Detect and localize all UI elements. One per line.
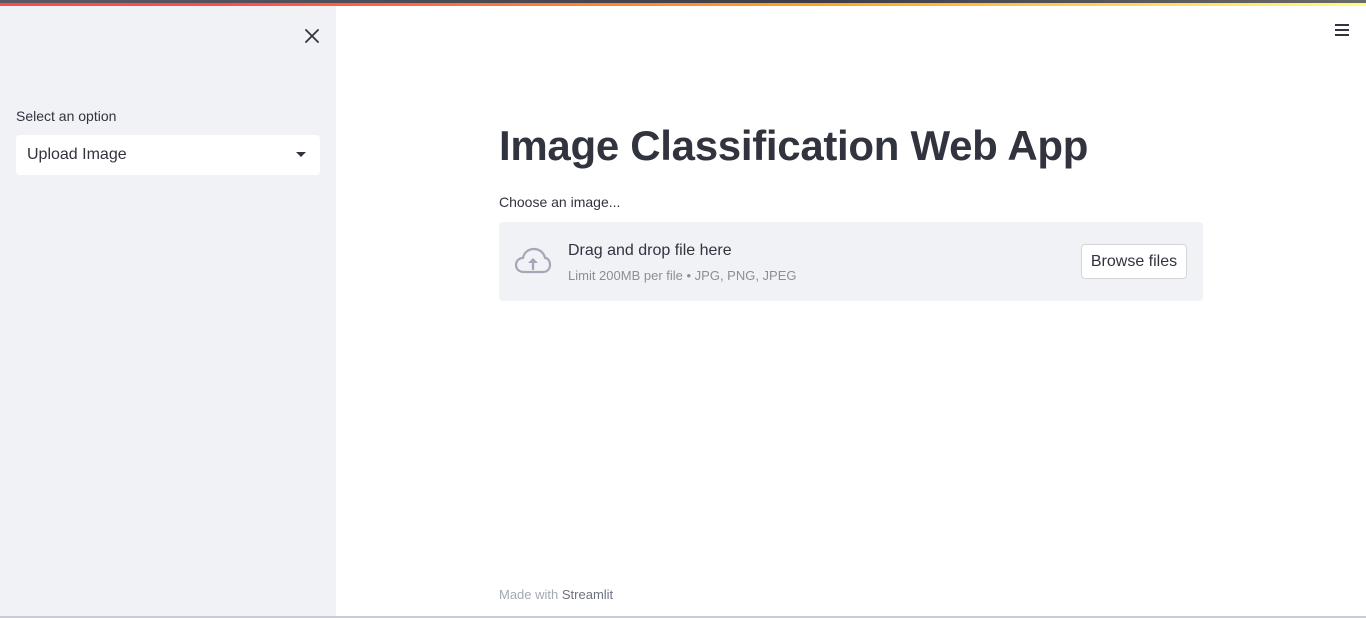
cloud-upload-icon <box>514 247 552 274</box>
caret-down-icon <box>296 152 306 157</box>
dropzone-title: Drag and drop file here <box>568 242 732 259</box>
close-icon <box>305 29 319 43</box>
sidebar: Select an option Upload Image <box>0 6 336 618</box>
footer: Made with Streamlit <box>499 587 613 602</box>
close-sidebar-button[interactable] <box>300 24 324 48</box>
streamlit-link[interactable]: Streamlit <box>562 587 613 602</box>
page-title: Image Classification Web App <box>499 122 1089 169</box>
uploader-label: Choose an image... <box>499 194 621 210</box>
browse-files-button[interactable]: Browse files <box>1081 244 1187 279</box>
dropzone-limit-text: Limit 200MB per file • JPG, PNG, JPEG <box>568 268 797 283</box>
footer-prefix: Made with <box>499 587 559 602</box>
select-label: Select an option <box>16 108 117 124</box>
main-menu-button[interactable] <box>1330 20 1354 40</box>
file-dropzone[interactable]: Drag and drop file here Limit 200MB per … <box>499 222 1203 301</box>
select-value: Upload Image <box>27 146 127 163</box>
option-select[interactable]: Upload Image <box>16 135 320 175</box>
hamburger-menu-icon <box>1335 24 1349 36</box>
